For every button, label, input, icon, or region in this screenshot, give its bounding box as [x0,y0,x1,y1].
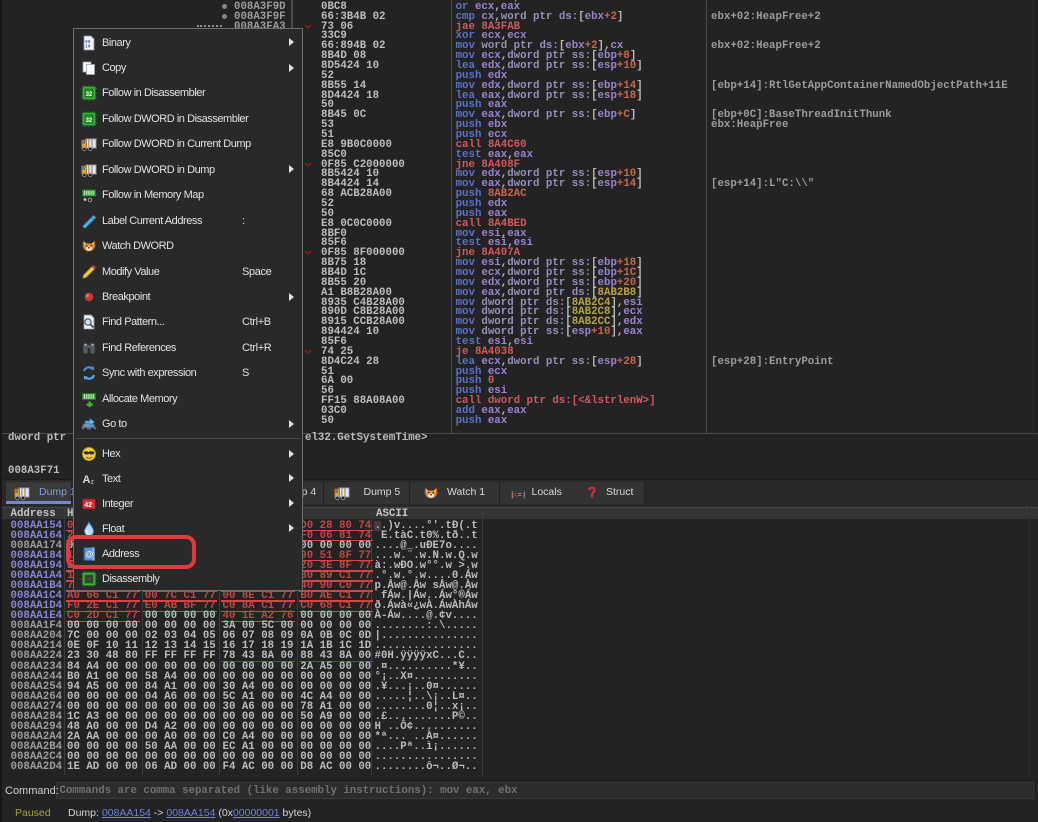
svg-text:A: A [83,474,91,486]
svg-text:10: 10 [85,43,91,49]
svg-text:=|: =| [517,492,525,500]
svg-text:42: 42 [84,502,92,509]
svg-text:32: 32 [86,92,93,98]
svg-text:32: 32 [86,118,93,124]
svg-text:z: z [91,479,95,486]
